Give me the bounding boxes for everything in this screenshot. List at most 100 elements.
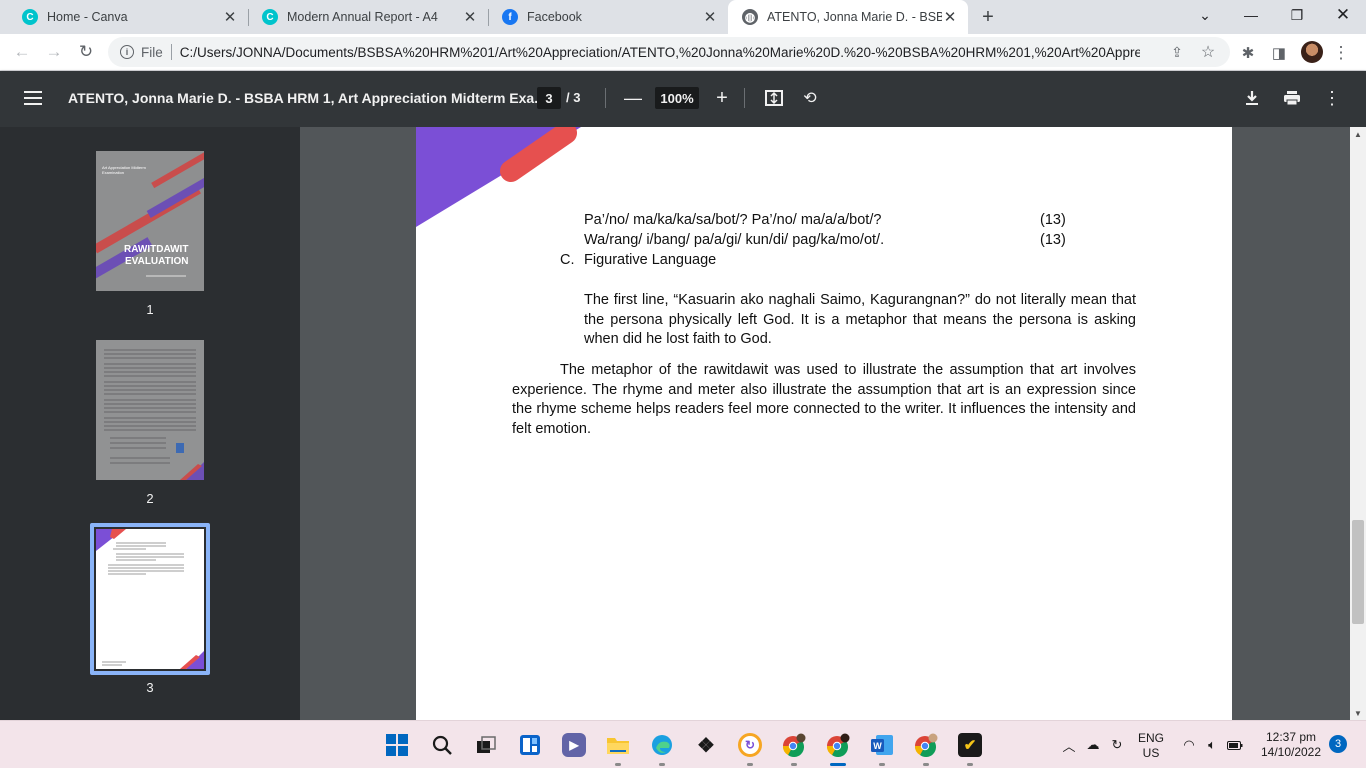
chrome-profile-2-icon[interactable] bbox=[826, 733, 850, 757]
syllable-count-2: (13) bbox=[1040, 232, 1066, 248]
edge-icon[interactable] bbox=[650, 733, 674, 757]
thumbnail-page-3[interactable] bbox=[96, 529, 204, 669]
windows-start-icon[interactable] bbox=[385, 733, 409, 757]
tab-search-icon[interactable]: ⌄ bbox=[1182, 0, 1228, 30]
new-tab-button[interactable]: + bbox=[977, 6, 999, 28]
active-app-indicator bbox=[830, 763, 846, 766]
tab-home-canva[interactable]: C Home - Canva ✕ bbox=[8, 0, 248, 34]
thumbnail-number: 3 bbox=[146, 680, 154, 695]
close-icon[interactable]: ✕ bbox=[462, 9, 478, 26]
running-indicator bbox=[615, 763, 621, 766]
file-explorer-icon[interactable] bbox=[606, 733, 630, 757]
scroll-up-arrow-icon[interactable]: ▲ bbox=[1350, 127, 1366, 141]
running-indicator bbox=[923, 763, 929, 766]
page-number-input[interactable]: 3 bbox=[537, 87, 561, 109]
thumbnail-heading-line: EVALUATION bbox=[125, 256, 189, 267]
download-icon[interactable] bbox=[1242, 88, 1262, 108]
back-arrow-icon[interactable]: ← bbox=[10, 40, 34, 64]
close-icon[interactable]: ✕ bbox=[222, 9, 238, 26]
hamburger-menu-icon[interactable] bbox=[24, 91, 42, 105]
document-viewport[interactable]: Pa’/no/ ma/ka/ka/sa/bot/? Pa’/no/ ma/a/a… bbox=[300, 127, 1350, 720]
thumbnail-small-title: Art Appreciation Midterm Examination bbox=[102, 165, 146, 175]
windows-taskbar: ▶ ❖ ↻ W ✔ ︿ ☁ ↻ ENG US ◠ 🔈︎ 12:37 pm 14/… bbox=[0, 720, 1366, 768]
clock-date: 14/10/2022 bbox=[1260, 745, 1322, 759]
battery-icon[interactable] bbox=[1226, 736, 1244, 754]
widgets-icon[interactable] bbox=[518, 733, 542, 757]
scroll-down-arrow-icon[interactable]: ▼ bbox=[1350, 706, 1366, 720]
task-view-icon[interactable] bbox=[474, 733, 498, 757]
page-3-preview bbox=[96, 529, 204, 669]
toolbar-divider bbox=[605, 88, 606, 108]
running-indicator bbox=[967, 763, 973, 766]
thumbnail-footer-lines bbox=[146, 275, 186, 277]
minimize-button[interactable]: — bbox=[1228, 0, 1274, 30]
print-icon[interactable] bbox=[1282, 88, 1302, 108]
search-icon[interactable] bbox=[430, 733, 454, 757]
close-icon[interactable]: ✕ bbox=[942, 9, 958, 26]
zoom-in-button[interactable]: + bbox=[713, 87, 731, 109]
clock[interactable]: 12:37 pm 14/10/2022 bbox=[1256, 730, 1326, 760]
norton-icon[interactable]: ✔ bbox=[958, 733, 982, 757]
tab-facebook[interactable]: f Facebook ✕ bbox=[488, 0, 728, 34]
vertical-scrollbar[interactable]: ▲ ▼ bbox=[1350, 127, 1366, 720]
reload-icon[interactable]: ↻ bbox=[74, 40, 98, 64]
forward-arrow-icon[interactable]: → bbox=[42, 40, 66, 64]
figurative-paragraph: The first line, “Kasuarin ako naghali Sa… bbox=[584, 292, 1136, 347]
running-indicator bbox=[747, 763, 753, 766]
url-text[interactable]: C:/Users/JONNA/Documents/BSBSA%20HRM%201… bbox=[180, 45, 1140, 60]
sync-icon[interactable]: ↻ bbox=[1108, 736, 1126, 754]
thumbnail-page-2[interactable] bbox=[96, 340, 204, 480]
document-title: ATENTO, Jonna Marie D. - BSBA HRM 1, Art… bbox=[68, 90, 546, 106]
language-indicator[interactable]: ENG US bbox=[1136, 731, 1166, 761]
chrome-profile-3-icon[interactable] bbox=[914, 733, 938, 757]
page-total: / 3 bbox=[566, 90, 581, 105]
restore-button[interactable]: ❐ bbox=[1274, 0, 1320, 30]
word-icon[interactable]: W bbox=[870, 733, 894, 757]
info-icon[interactable]: i bbox=[120, 45, 134, 59]
dropbox-icon[interactable]: ❖ bbox=[694, 733, 718, 757]
notification-badge[interactable]: 3 bbox=[1329, 735, 1347, 753]
app-circle-icon[interactable]: ↻ bbox=[738, 733, 762, 757]
thumbnail-sidebar: Art Appreciation Midterm Examination RAW… bbox=[0, 127, 300, 720]
chrome-profile-1-icon[interactable] bbox=[782, 733, 806, 757]
extensions-puzzle-icon[interactable]: ✱ bbox=[1237, 42, 1259, 64]
more-options-icon[interactable]: ⋮ bbox=[1330, 42, 1352, 64]
tab-strip: C Home - Canva ✕ C Modern Annual Report … bbox=[0, 0, 1366, 34]
profile-avatar[interactable] bbox=[1301, 41, 1323, 63]
thumbnail-number: 2 bbox=[146, 491, 154, 506]
thumbnail-page-1[interactable]: Art Appreciation Midterm Examination RAW… bbox=[96, 151, 204, 291]
wifi-icon[interactable]: ◠ bbox=[1180, 736, 1198, 754]
teams-chat-icon[interactable]: ▶ bbox=[562, 733, 586, 757]
speaker-icon[interactable]: 🔈︎ bbox=[1203, 736, 1221, 754]
running-indicator bbox=[879, 763, 885, 766]
bookmark-star-icon[interactable]: ☆ bbox=[1198, 42, 1218, 62]
close-icon[interactable]: ✕ bbox=[702, 9, 718, 26]
pdf-page-3: Pa’/no/ ma/ka/ka/sa/bot/? Pa’/no/ ma/a/a… bbox=[416, 127, 1232, 720]
tab-modern-annual-report[interactable]: C Modern Annual Report - A4 ✕ bbox=[248, 0, 488, 34]
chevron-up-icon[interactable]: ︿ bbox=[1060, 736, 1078, 754]
side-panel-icon[interactable]: ◨ bbox=[1268, 42, 1290, 64]
close-window-button[interactable]: ✕ bbox=[1320, 0, 1366, 30]
zoom-out-button[interactable]: — bbox=[624, 88, 642, 108]
globe-icon: ◍ bbox=[742, 9, 758, 25]
region-code: US bbox=[1142, 746, 1160, 760]
thumbnail-number: 1 bbox=[146, 302, 154, 317]
section-heading: Figurative Language bbox=[584, 252, 717, 268]
canva-icon: C bbox=[262, 9, 278, 25]
fit-to-page-icon[interactable] bbox=[764, 88, 784, 108]
address-bar[interactable]: i File C:/Users/JONNA/Documents/BSBSA%20… bbox=[108, 37, 1230, 67]
canva-icon: C bbox=[22, 9, 38, 25]
section-letter: C. bbox=[560, 252, 575, 268]
zoom-level-input[interactable]: 100% bbox=[655, 87, 699, 109]
pdf-more-options-icon[interactable]: ⋮ bbox=[1322, 88, 1342, 108]
language-code: ENG bbox=[1137, 731, 1164, 745]
share-icon[interactable]: ⇪ bbox=[1167, 42, 1187, 62]
toolbar-divider bbox=[744, 88, 745, 108]
running-indicator bbox=[791, 763, 797, 766]
rotate-icon[interactable]: ⟲ bbox=[800, 88, 820, 108]
onedrive-cloud-icon[interactable]: ☁ bbox=[1084, 736, 1102, 754]
scroll-thumb[interactable] bbox=[1352, 520, 1364, 624]
syllable-count-1: (13) bbox=[1040, 212, 1066, 228]
tab-title: Home - Canva bbox=[47, 10, 128, 24]
tab-atento-pdf[interactable]: ◍ ATENTO, Jonna Marie D. - BSBA H ✕ bbox=[728, 0, 968, 34]
